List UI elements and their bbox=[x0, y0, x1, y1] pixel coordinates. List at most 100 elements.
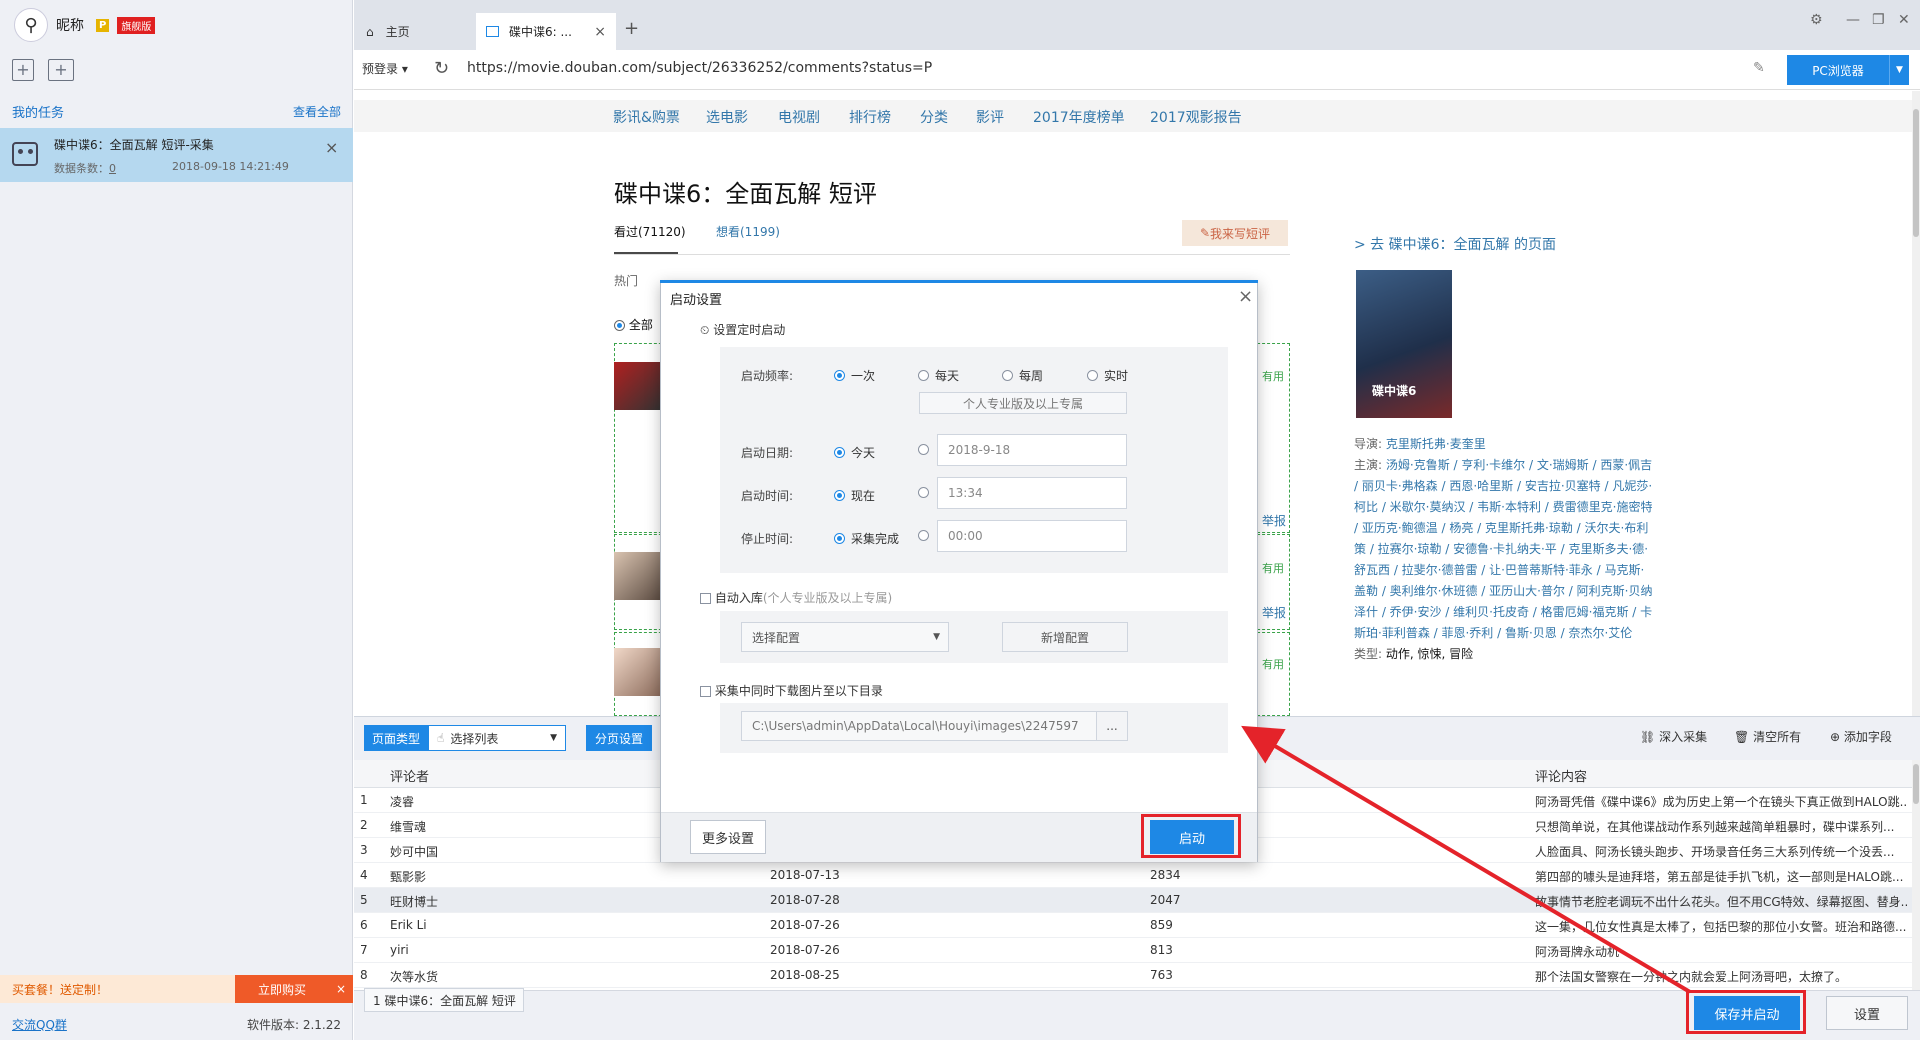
edit-icon[interactable]: ✎ bbox=[1753, 60, 1765, 76]
useful-link[interactable]: 有用 bbox=[1262, 368, 1284, 384]
nav-item[interactable]: 影评 bbox=[976, 107, 1004, 127]
date-custom-radio[interactable] bbox=[918, 444, 929, 455]
deep-collect-button[interactable]: ⛓ 深入采集 bbox=[1640, 728, 1707, 745]
tab-close-icon[interactable]: × bbox=[594, 24, 606, 40]
plus-circle-icon: ⊕ bbox=[1830, 730, 1841, 744]
deep-collect-label: 深入采集 bbox=[1659, 730, 1708, 744]
user-avatar[interactable] bbox=[614, 362, 662, 410]
director-value[interactable]: 克里斯托弗·麦奎里 bbox=[1386, 437, 1486, 451]
nav-item[interactable]: 影讯&购票 bbox=[613, 107, 680, 127]
time-custom-radio[interactable] bbox=[918, 487, 929, 498]
buy-now-button[interactable]: 立即购买 bbox=[235, 975, 329, 1003]
time-input[interactable]: 13:34 bbox=[937, 477, 1127, 509]
settings-button[interactable]: 设置 bbox=[1826, 996, 1908, 1030]
freq-realtime-radio[interactable]: 实时 bbox=[1087, 367, 1128, 384]
download-images-checkbox[interactable]: 采集中同时下载图片至以下目录 bbox=[700, 682, 883, 699]
nav-item[interactable]: 电视剧 bbox=[778, 107, 820, 127]
new-task-icon[interactable]: + bbox=[12, 59, 34, 81]
dialog-close-icon[interactable]: × bbox=[1238, 286, 1253, 307]
useful-link[interactable]: 有用 bbox=[1262, 560, 1284, 576]
add-field-button[interactable]: ⊕ 添加字段 bbox=[1830, 728, 1892, 745]
useful-link[interactable]: 有用 bbox=[1262, 656, 1284, 672]
prelogin-label: 预登录 bbox=[362, 62, 399, 76]
image-path-input[interactable]: C:\Users\admin\AppData\Local\Houyi\image… bbox=[741, 711, 1097, 741]
view-all-link[interactable]: 查看全部 bbox=[293, 103, 341, 120]
filter-all-radio[interactable]: 全部 bbox=[614, 316, 653, 333]
radio-icon bbox=[834, 533, 845, 544]
report-link[interactable]: 举报 bbox=[1262, 604, 1290, 621]
table-row[interactable]: 6 Erik Li 2018-07-26 859 这一集，几位女性真是太棒了，包括巴黎的… bbox=[354, 913, 1912, 938]
reload-icon[interactable]: ↻ bbox=[434, 58, 449, 79]
page-type-button[interactable]: 页面类型 bbox=[364, 725, 428, 751]
select-list-dropdown[interactable]: ☝ 选择列表 ▼ bbox=[428, 725, 566, 751]
scroll-thumb[interactable] bbox=[1913, 109, 1919, 237]
close-window-icon[interactable]: ✕ bbox=[1898, 12, 1910, 28]
minimize-icon[interactable]: — bbox=[1846, 12, 1860, 28]
cast-value[interactable]: 汤姆·克鲁斯 / 亨利·卡维尔 / 文·瑞姆斯 / 西蒙·佩吉 / 丽贝卡·弗格… bbox=[1354, 458, 1652, 640]
table-row[interactable]: 5 旺财博士 2018-07-28 2047 故事情节老腔老调玩不出什么花头。但不用CG… bbox=[354, 888, 1912, 913]
new-config-button[interactable]: 新增配置 bbox=[1002, 622, 1128, 652]
freq-once-radio[interactable]: 一次 bbox=[834, 367, 875, 384]
avatar[interactable]: ⚲ bbox=[14, 8, 48, 42]
user-avatar[interactable] bbox=[614, 648, 662, 696]
date-input[interactable]: 2018-9-18 bbox=[937, 434, 1127, 466]
url-input[interactable]: https://movie.douban.com/subject/2633625… bbox=[467, 60, 932, 76]
chevron-down-icon: ▼ bbox=[933, 632, 940, 642]
webpage-scrollbar[interactable] bbox=[1912, 91, 1920, 716]
date-today-radio[interactable]: 今天 bbox=[834, 444, 875, 461]
schedule-section[interactable]: ⏲ 设置定时启动 bbox=[700, 321, 785, 338]
table-row[interactable]: 7 yiri 2018-07-26 813 阿汤哥牌永动机 bbox=[354, 938, 1912, 963]
grid-scrollbar[interactable] bbox=[1912, 760, 1920, 990]
promo-close-icon[interactable]: × bbox=[329, 975, 353, 1003]
new-folder-icon[interactable]: + bbox=[48, 59, 74, 81]
user-avatar[interactable] bbox=[614, 552, 662, 600]
stop-time-input[interactable]: 00:00 bbox=[937, 520, 1127, 552]
dialog-title: 启动设置 bbox=[670, 293, 723, 308]
chevron-down-icon[interactable]: ▼ bbox=[1889, 55, 1909, 85]
stop-done-radio[interactable]: 采集完成 bbox=[834, 530, 899, 547]
table-row[interactable]: 8 次等水货 2018-08-25 763 那个法国女警察在一分钟之内就会爱上阿汤哥吧，… bbox=[354, 963, 1912, 988]
hot-filter[interactable]: 热门 bbox=[614, 272, 638, 289]
report-link[interactable]: 举报 bbox=[1262, 512, 1290, 529]
table-row[interactable]: 4 甄影影 2018-07-13 2834 第四部的噱头是迪拜塔，第五部是徒手扒飞机，这… bbox=[354, 863, 1912, 888]
time-now-radio[interactable]: 现在 bbox=[834, 487, 875, 504]
scroll-thumb[interactable] bbox=[1913, 764, 1919, 804]
browse-button[interactable]: ... bbox=[1096, 711, 1128, 741]
auto-db-checkbox[interactable]: 自动入库(个人专业版及以上专属) bbox=[700, 589, 892, 606]
stop-custom-radio[interactable] bbox=[918, 530, 929, 541]
tab-active[interactable]: 碟中谍6: ... × bbox=[476, 13, 616, 50]
qq-group-link[interactable]: 交流QQ群 bbox=[12, 1016, 67, 1033]
nav-item[interactable]: 2017观影报告 bbox=[1150, 107, 1242, 127]
nav-item[interactable]: 2017年度榜单 bbox=[1033, 107, 1125, 127]
tab-want[interactable]: 想看(1199) bbox=[716, 223, 780, 240]
tab-seen[interactable]: 看过(71120) bbox=[614, 223, 686, 240]
movie-page-link[interactable]: > 去 碟中谍6：全面瓦解 的页面 bbox=[1354, 234, 1556, 254]
nav-item[interactable]: 选电影 bbox=[706, 107, 748, 127]
settings-icon[interactable]: ⚙ bbox=[1810, 12, 1823, 28]
freq-weekly-radio[interactable]: 每周 bbox=[1002, 367, 1043, 384]
nav-item[interactable]: 排行榜 bbox=[849, 107, 891, 127]
new-tab-icon[interactable]: + bbox=[624, 18, 639, 39]
clear-all-button[interactable]: 🗑 清空所有 bbox=[1734, 728, 1801, 745]
column-header[interactable]: 评论者 bbox=[390, 766, 429, 785]
restore-icon[interactable]: ❐ bbox=[1872, 12, 1885, 28]
freq-daily-radio[interactable]: 每天 bbox=[918, 367, 959, 384]
pagination-button[interactable]: 分页设置 bbox=[586, 725, 652, 751]
movie-poster[interactable] bbox=[1356, 270, 1452, 418]
column-header[interactable]: 评论内容 bbox=[1535, 766, 1587, 785]
promo-text[interactable]: 买套餐！送定制！ bbox=[0, 981, 235, 998]
task-count-value[interactable]: 0 bbox=[109, 162, 116, 175]
pc-browser-button[interactable]: PC浏览器 ▼ bbox=[1787, 55, 1909, 85]
task-name[interactable]: 碟中谍6：全面瓦解 短评-采集 bbox=[54, 136, 214, 153]
task-close-icon[interactable]: × bbox=[325, 138, 338, 157]
tab-home[interactable]: ⌂ 主页 bbox=[354, 13, 474, 50]
task-tab[interactable]: 1 碟中谍6：全面瓦解 短评 bbox=[364, 988, 524, 1012]
tab-home-label: 主页 bbox=[385, 25, 410, 39]
write-review-button[interactable]: ✎ 我来写短评 bbox=[1182, 220, 1288, 246]
write-review-label: 我来写短评 bbox=[1210, 226, 1271, 241]
nickname[interactable]: 昵称 bbox=[56, 15, 84, 35]
nav-item[interactable]: 分类 bbox=[920, 107, 948, 127]
prelogin-dropdown[interactable]: 预登录 ▾ bbox=[362, 60, 408, 77]
more-settings-button[interactable]: 更多设置 bbox=[690, 820, 766, 854]
choose-config-dropdown[interactable]: 选择配置 ▼ bbox=[741, 622, 949, 652]
